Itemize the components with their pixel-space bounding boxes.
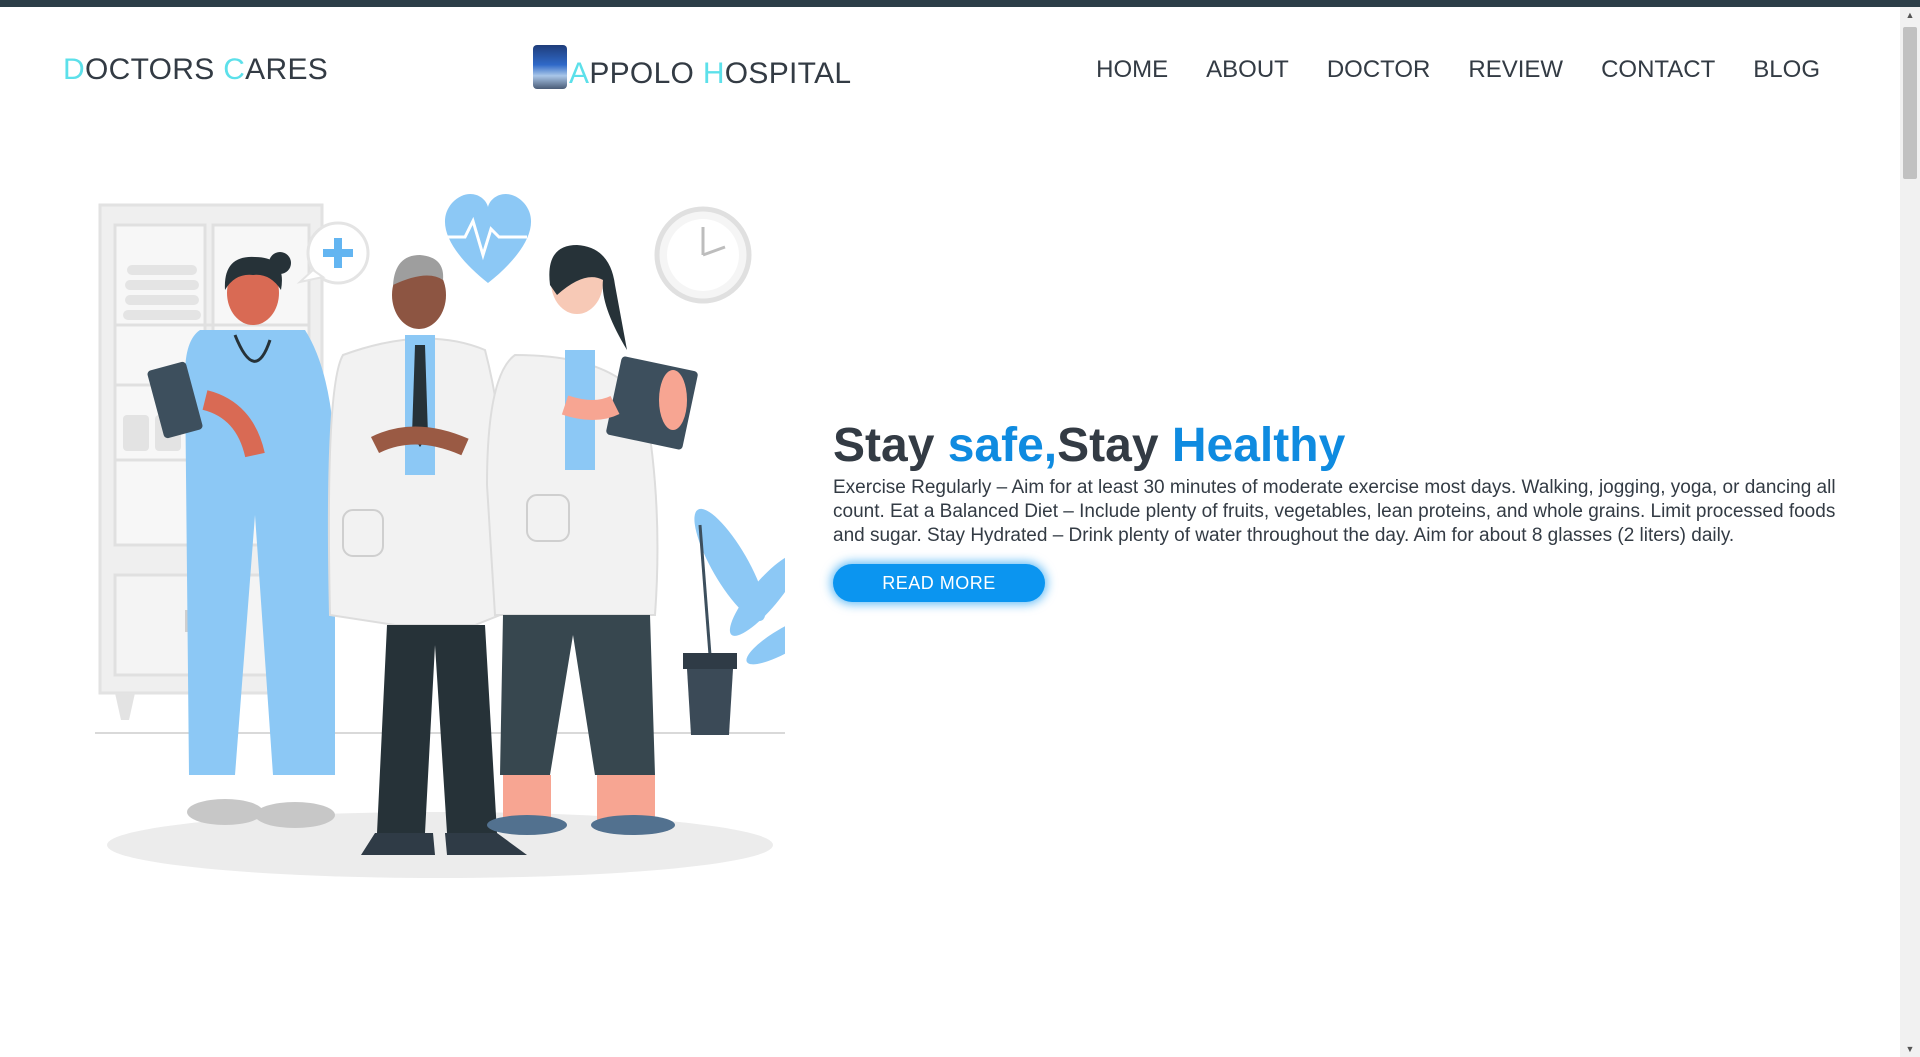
nav-blog[interactable]: BLOG <box>1753 56 1820 84</box>
brand-center-part-2: OSPITAL <box>724 57 852 90</box>
brand-left-part-2: ARES <box>245 53 329 86</box>
hospital-building-icon <box>533 45 567 89</box>
hero-title-part-4: Healthy <box>1171 419 1346 472</box>
nav-home[interactable]: HOME <box>1096 56 1168 84</box>
hero-text: Stay safe,Stay Healthy Exercise Regularl… <box>833 419 1853 602</box>
nav-doctor[interactable]: DOCTOR <box>1327 56 1431 84</box>
brand-center-text: APPOLO HOSPITAL <box>569 59 851 89</box>
hero-title-part-2: safe, <box>947 419 1058 472</box>
nav-review[interactable]: REVIEW <box>1468 56 1563 84</box>
hero-title-part-1: Stay <box>833 419 948 472</box>
brand-center-accent-2: H <box>702 57 725 90</box>
doctors-cares-logo-text[interactable]: DOCTORS CARES <box>63 53 328 87</box>
read-more-button[interactable]: READ MORE <box>833 563 1045 602</box>
scrollbar-thumb[interactable] <box>1903 27 1917 179</box>
doctors-illustration <box>95 194 785 878</box>
brand-left-accent-2: C <box>223 53 246 86</box>
page-scrollbar[interactable]: ▲ ▼ <box>1900 7 1920 1057</box>
top-border <box>0 0 1920 7</box>
brand-center-part-1: PPOLO <box>589 57 703 90</box>
hero-title-part-3: Stay <box>1057 419 1172 472</box>
appolo-hospital-logo[interactable]: APPOLO HOSPITAL <box>533 45 851 89</box>
nav-contact[interactable]: CONTACT <box>1601 56 1715 84</box>
brand-center-accent-1: A <box>569 57 590 90</box>
scroll-down-arrow-icon[interactable]: ▼ <box>1900 1041 1920 1057</box>
hero-description: Exercise Regularly – Aim for at least 30… <box>833 476 1836 546</box>
main-nav: HOME ABOUT DOCTOR REVIEW CONTACT BLOG <box>1096 56 1820 84</box>
brand-left-part-1: OCTORS <box>84 53 224 86</box>
hero-title: Stay safe,Stay Healthy <box>833 419 1853 473</box>
scroll-up-arrow-icon[interactable]: ▲ <box>1900 7 1920 23</box>
nav-about[interactable]: ABOUT <box>1206 56 1289 84</box>
brand-left-accent-1: D <box>63 53 85 86</box>
